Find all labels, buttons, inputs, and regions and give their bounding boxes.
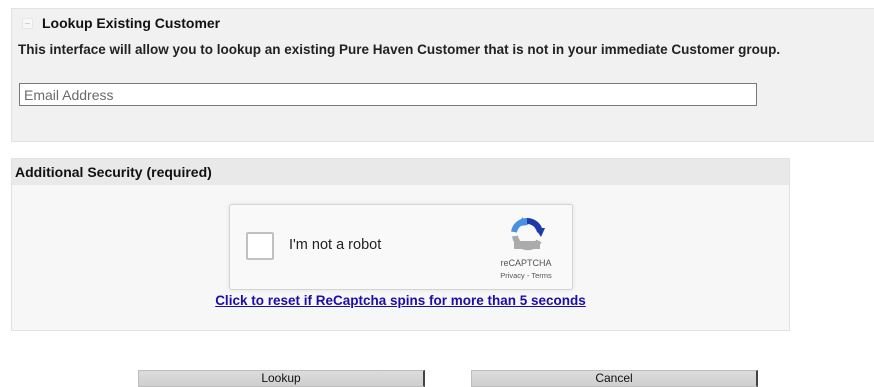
recaptcha-brand: reCAPTCHA — [500, 258, 552, 268]
lookup-button[interactable]: Lookup — [138, 370, 425, 387]
recaptcha-privacy-terms[interactable]: Privacy - Terms — [478, 271, 574, 280]
lookup-panel-header: Lookup Existing Customer — [12, 9, 874, 37]
collapse-icon[interactable] — [22, 17, 33, 29]
reset-recaptcha-link[interactable]: Click to reset if ReCaptcha spins for mo… — [12, 293, 789, 308]
lookup-description: This interface will allow you to lookup … — [18, 42, 781, 57]
recaptcha-widget: I'm not a robot reCAPTCHA Privacy - Term… — [229, 204, 573, 290]
additional-security-panel: Additional Security (required) I'm not a… — [11, 158, 790, 331]
lookup-panel-title: Lookup Existing Customer — [42, 15, 221, 31]
recaptcha-label: I'm not a robot — [289, 237, 382, 253]
cancel-button[interactable]: Cancel — [471, 370, 758, 387]
recaptcha-logo-icon — [511, 217, 545, 251]
security-panel-header: Additional Security (required) — [12, 159, 789, 185]
recaptcha-checkbox[interactable] — [246, 232, 274, 260]
security-panel-title: Additional Security (required) — [15, 164, 212, 180]
lookup-customer-panel: Lookup Existing Customer This interface … — [11, 8, 874, 142]
email-address-input[interactable] — [19, 83, 757, 106]
